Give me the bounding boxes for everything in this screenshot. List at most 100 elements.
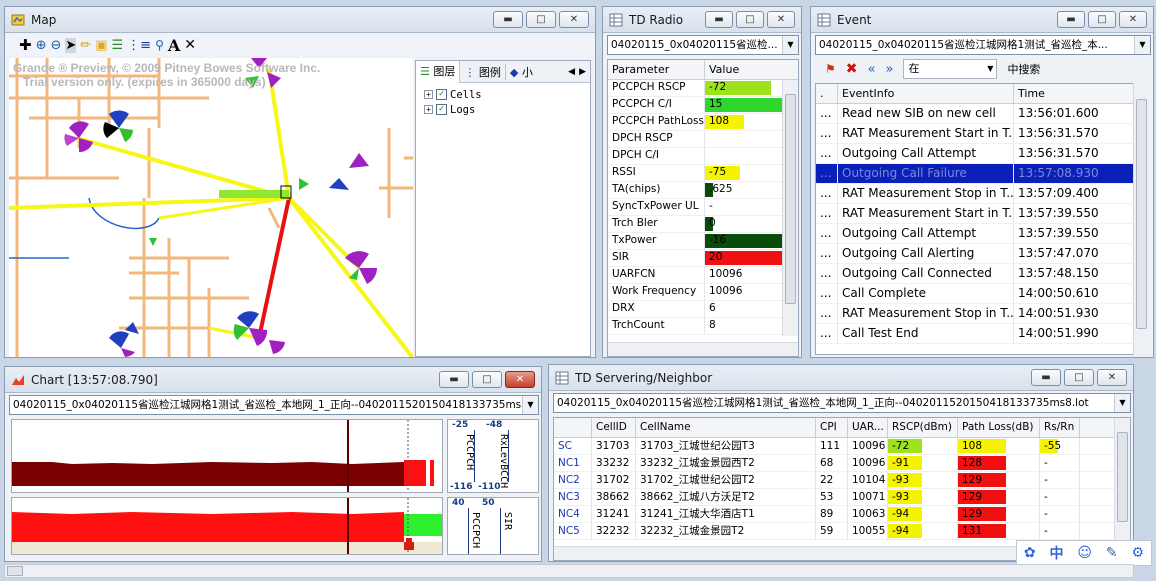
chart-file-select[interactable]: 04020115_0x04020115省巡检江城网格1测试_省巡检_本地网_1_… [9, 395, 539, 415]
column-header[interactable]: CellID [592, 418, 636, 437]
minimize-button[interactable]: ▬ [1031, 369, 1061, 386]
vertical-scrollbar[interactable] [1133, 83, 1149, 355]
find-icon[interactable]: ⚲ [155, 38, 164, 52]
tab-small[interactable]: ◆ 小 [506, 64, 537, 80]
table-row[interactable]: ... Outgoing Call Alerting 13:57:47.070 [816, 244, 1138, 264]
column-header[interactable]: Value [705, 60, 783, 79]
table-row[interactable]: ... Call Test End 14:00:51.990 [816, 324, 1138, 344]
tree-item-logs[interactable]: + ✓ Logs [424, 102, 582, 117]
table-row[interactable]: Trch Bler 0 [608, 216, 798, 233]
expand-icon[interactable]: + [424, 105, 433, 114]
checkbox-checked-icon[interactable]: ✓ [436, 104, 447, 115]
table-row[interactable]: ... Outgoing Call Attempt 13:56:31.570 [816, 144, 1138, 164]
table-row[interactable]: DRX 6 [608, 301, 798, 318]
main-horizontal-scrollbar[interactable] [4, 564, 1134, 578]
table-row[interactable]: ... Outgoing Call Connected 13:57:48.150 [816, 264, 1138, 284]
servering-file-select[interactable]: 04020115_0x04020115省巡检江城网格1测试_省巡检_本地网_1_… [553, 393, 1131, 413]
previous-icon[interactable]: « [868, 62, 876, 77]
settings-icon[interactable]: ⚙ [1131, 545, 1144, 561]
table-row[interactable]: PCCPCH C/I 15 [608, 97, 798, 114]
table-row[interactable]: DPCH RSCP [608, 131, 798, 148]
chart-panel-rscp[interactable] [11, 419, 443, 493]
table-row[interactable]: NC5 32232 32232_江城金景园T2 59 10055 -94 131 - [554, 523, 1130, 540]
chevron-down-icon[interactable]: ▼ [987, 60, 993, 78]
close-button[interactable]: ✕ [505, 371, 535, 388]
column-header[interactable]: Parameter [608, 60, 705, 79]
minimize-button[interactable]: ▬ [493, 11, 523, 28]
table-row[interactable]: SIR 20 [608, 250, 798, 267]
scrollbar-thumb[interactable] [785, 94, 796, 304]
scrollbar-thumb[interactable] [7, 566, 23, 576]
table-row[interactable]: TA(chips) .625 [608, 182, 798, 199]
pen-icon[interactable]: ✎ [1106, 545, 1118, 561]
minimize-button[interactable]: ▬ [439, 371, 469, 388]
minimize-button[interactable]: ▬ [705, 11, 733, 28]
table-row[interactable]: ... Outgoing Call Attempt 13:57:39.550 [816, 224, 1138, 244]
tab-layers[interactable]: ☰ 图层 [416, 60, 461, 83]
event-file-select[interactable]: 04020115_0x04020115省巡检江城网格1测试_省巡检_本... ▼ [815, 35, 1151, 55]
table-row[interactable]: ... Call Complete 14:00:50.610 [816, 284, 1138, 304]
close-button[interactable]: ✕ [767, 11, 795, 28]
table-row[interactable]: ... RAT Measurement Stop in T... 14:00:51.… [816, 304, 1138, 324]
delete-icon[interactable]: ✖ [846, 61, 858, 77]
table-row[interactable]: NC1 33232 33232_江城金景园西T2 68 10096 -91 128 - [554, 455, 1130, 472]
table-row[interactable]: NC2 31702 31702_江城世纪公园T2 22 10104 -93 129 - [554, 472, 1130, 489]
table-row[interactable]: TrchCount 8 [608, 318, 798, 335]
zoom-out-icon[interactable]: ⊖ [50, 38, 61, 53]
vertical-scrollbar[interactable] [1114, 418, 1130, 546]
scrollbar-thumb[interactable] [1136, 99, 1147, 329]
tree-item-cells[interactable]: + ✓ Cells [424, 87, 582, 102]
chevron-down-icon[interactable]: ▼ [1114, 394, 1130, 412]
column-header[interactable]: CPI [816, 418, 848, 437]
table-row[interactable]: SC 31703 31703_江城世纪公园T3 111 10096 -72 108 -55 [554, 438, 1130, 455]
close-button[interactable]: ✕ [1097, 369, 1127, 386]
table-row[interactable]: DPCH C/I [608, 148, 798, 165]
table-row[interactable]: PCCPCH RSCP -72 [608, 80, 798, 97]
chevron-down-icon[interactable]: ▼ [522, 396, 538, 414]
maximize-button[interactable]: □ [1088, 11, 1116, 28]
column-header[interactable]: CellName [636, 418, 816, 437]
maximize-button[interactable]: □ [472, 371, 502, 388]
maximize-button[interactable]: □ [1064, 369, 1094, 386]
column-header[interactable]: Time [1014, 84, 1104, 103]
cursor-marker-icon[interactable] [404, 538, 414, 550]
chevron-down-icon[interactable]: ▼ [1134, 36, 1150, 54]
text-icon[interactable]: A [168, 36, 180, 55]
emoji-icon[interactable]: ☺ [1077, 545, 1092, 561]
table-row[interactable]: TxPower -16 [608, 233, 798, 250]
expand-icon[interactable]: + [424, 90, 433, 99]
minimize-button[interactable]: ▬ [1057, 11, 1085, 28]
table-row[interactable]: ... RAT Measurement Stop in T... 13:57:09.… [816, 184, 1138, 204]
pointer-icon[interactable]: ➤ [65, 37, 77, 53]
table-row[interactable]: PCCPCH PathLoss 108 [608, 114, 798, 131]
search-scope-select[interactable]: 在 ▼ [903, 59, 998, 79]
vertical-scrollbar[interactable] [782, 80, 798, 336]
close-button[interactable]: ✕ [559, 11, 589, 28]
zoom-in-icon[interactable]: ⊕ [36, 38, 47, 53]
table-row[interactable]: NC4 31241 31241_江城大华酒店T1 89 10063 -94 129 - [554, 506, 1130, 523]
pan-icon[interactable]: ✚ [19, 36, 32, 54]
column-header[interactable]: RSCP(dBm) [888, 418, 958, 437]
open-folder-icon[interactable]: ▣ [95, 38, 107, 53]
horizontal-scrollbar[interactable] [608, 342, 798, 356]
scrollbar-thumb[interactable] [1117, 432, 1128, 522]
maximize-button[interactable]: □ [736, 11, 764, 28]
column-header[interactable]: Rs/Rn [1040, 418, 1080, 437]
table-row[interactable]: ... RAT Measurement Start in T... 13:56:31… [816, 124, 1138, 144]
column-header[interactable]: . [816, 84, 838, 103]
maximize-button[interactable]: □ [526, 11, 556, 28]
clear-icon[interactable]: ✕ [184, 37, 196, 53]
table-row[interactable]: ... RAT Measurement Start in T... 13:57:39… [816, 204, 1138, 224]
layers-icon[interactable]: ☰ [112, 38, 124, 53]
table-row[interactable]: SyncTxPower UL - [608, 199, 798, 216]
chevron-down-icon[interactable]: ▼ [782, 36, 798, 54]
search-button[interactable]: 中搜索 [1007, 61, 1040, 77]
tab-legend[interactable]: ⋮ 图例 [460, 63, 506, 80]
table-row[interactable]: RSSI -75 [608, 165, 798, 182]
column-header[interactable]: UAR... [848, 418, 888, 437]
column-header[interactable]: Path Loss(dB) [958, 418, 1040, 437]
ime-language[interactable]: 中 [1050, 543, 1064, 563]
tab-scroll-left-icon[interactable]: ◀ [568, 67, 575, 77]
table-row[interactable]: ... Read new SIB on new cell 13:56:01.600 [816, 104, 1138, 124]
tab-scroll-right-icon[interactable]: ▶ [579, 67, 586, 77]
